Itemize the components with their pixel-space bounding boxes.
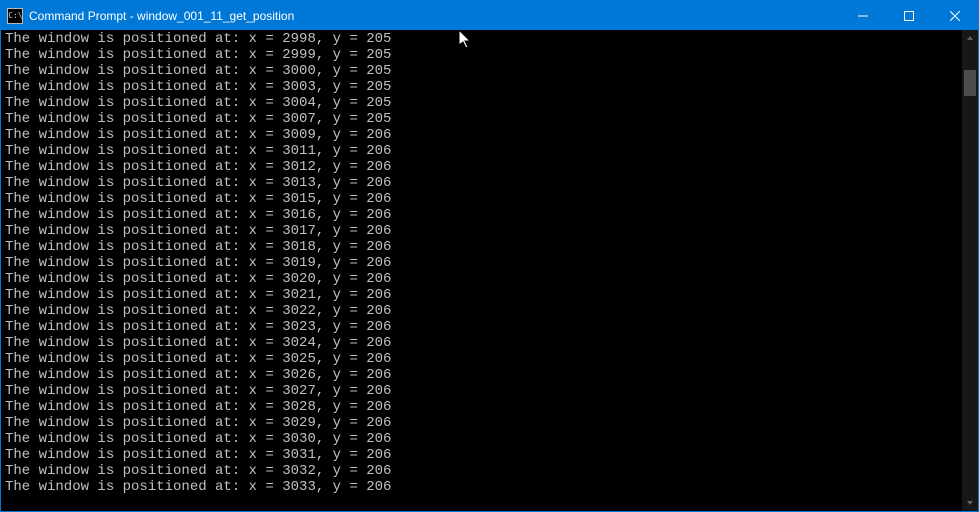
titlebar[interactable]: C:\ Command Prompt - window_001_11_get_p… bbox=[1, 1, 978, 30]
minimize-button[interactable] bbox=[840, 1, 886, 30]
window-title: Command Prompt - window_001_11_get_posit… bbox=[29, 9, 840, 23]
maximize-button[interactable] bbox=[886, 1, 932, 30]
cmd-icon: C:\ bbox=[7, 8, 23, 24]
scroll-down-arrow-icon[interactable] bbox=[962, 495, 978, 511]
command-prompt-window: C:\ Command Prompt - window_001_11_get_p… bbox=[1, 1, 978, 511]
window-controls bbox=[840, 1, 978, 30]
console-area: The window is positioned at: x = 2998, y… bbox=[1, 30, 978, 511]
scroll-up-arrow-icon[interactable] bbox=[962, 30, 978, 46]
close-button[interactable] bbox=[932, 1, 978, 30]
scroll-thumb[interactable] bbox=[964, 70, 976, 96]
console-output[interactable]: The window is positioned at: x = 2998, y… bbox=[1, 30, 962, 511]
vertical-scrollbar[interactable] bbox=[962, 30, 978, 511]
